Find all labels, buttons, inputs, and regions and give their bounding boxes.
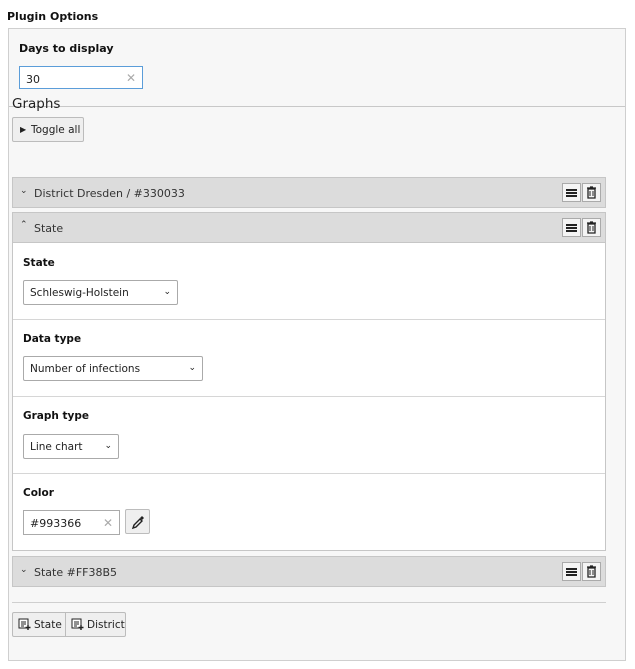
add-record-icon — [71, 618, 84, 630]
graph-item-title: State — [34, 222, 64, 235]
drag-handle-icon[interactable] — [562, 218, 581, 237]
color-input[interactable]: #993366 ✕ — [23, 510, 120, 535]
section-divider — [12, 602, 606, 603]
add-state-label: State — [34, 619, 62, 631]
graph-item-header[interactable]: ⌄ District Dresden / #330033 — [12, 177, 606, 208]
graph-type-select[interactable]: Line chart ⌄ — [23, 434, 119, 459]
clear-icon[interactable]: ✕ — [103, 516, 113, 530]
trash-icon[interactable] — [582, 218, 601, 237]
days-section: Days to display 30 ✕ — [9, 29, 625, 107]
graphs-heading: Graphs — [12, 96, 61, 112]
graph-type-label: Graph type — [23, 410, 90, 422]
trash-icon[interactable] — [582, 183, 601, 202]
graph-type-value: Line chart — [30, 441, 83, 453]
chevron-up-icon[interactable]: ⌃ — [20, 220, 28, 230]
toggle-all-button[interactable]: ▶ Toggle all — [12, 117, 84, 142]
state-label: State — [23, 257, 55, 269]
days-input[interactable]: 30 ✕ — [19, 66, 143, 89]
state-field: State Schleswig-Holstein ⌄ — [13, 243, 605, 320]
plugin-options-title: Plugin Options — [7, 10, 99, 23]
graph-item-header[interactable]: ⌃ State — [12, 212, 606, 243]
state-value: Schleswig-Holstein — [30, 287, 129, 299]
chevron-down-icon[interactable]: ⌄ — [20, 565, 28, 575]
data-type-value: Number of infections — [30, 363, 141, 375]
days-value: 30 — [26, 73, 40, 86]
add-state-button[interactable]: State — [13, 613, 65, 636]
color-label: Color — [23, 487, 54, 499]
chevron-down-icon: ⌄ — [188, 363, 196, 373]
chevron-down-icon: ⌄ — [163, 287, 171, 297]
add-record-icon — [18, 618, 31, 630]
color-value: #993366 — [30, 517, 82, 530]
data-type-label: Data type — [23, 333, 82, 345]
add-district-button[interactable]: District — [66, 613, 126, 636]
graph-type-field: Graph type Line chart ⌄ — [13, 396, 605, 474]
chevron-down-icon: ⌄ — [104, 441, 112, 451]
state-select[interactable]: Schleswig-Holstein ⌄ — [23, 280, 178, 305]
days-label: Days to display — [19, 42, 114, 55]
graph-item-title: District Dresden / #330033 — [34, 187, 185, 200]
add-district-label: District — [87, 619, 125, 631]
play-icon: ▶ — [20, 125, 27, 134]
clear-icon[interactable]: ✕ — [126, 71, 136, 85]
color-field: Color #993366 ✕ — [13, 473, 605, 550]
data-type-select[interactable]: Number of infections ⌄ — [23, 356, 203, 381]
graph-item-form: State Schleswig-Holstein ⌄ Data type Num… — [12, 243, 606, 551]
drag-handle-icon[interactable] — [562, 183, 581, 202]
drag-handle-icon[interactable] — [562, 562, 581, 581]
toggle-all-label: Toggle all — [31, 124, 81, 136]
trash-icon[interactable] — [582, 562, 601, 581]
eyedropper-icon[interactable] — [125, 509, 150, 534]
graph-item-header[interactable]: ⌄ State #FF38B5 — [12, 556, 606, 587]
add-buttons-group: State District — [12, 612, 126, 637]
graph-item-title: State #FF38B5 — [34, 566, 118, 579]
chevron-down-icon[interactable]: ⌄ — [20, 186, 28, 196]
data-type-field: Data type Number of infections ⌄ — [13, 319, 605, 397]
